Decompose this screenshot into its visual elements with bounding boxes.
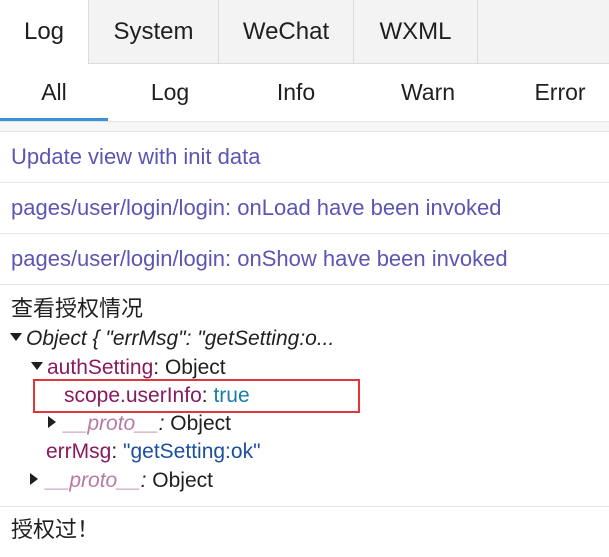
tree-node-errmsg: errMsg: "getSetting:ok" <box>46 438 261 466</box>
filter-all[interactable]: All <box>0 64 108 120</box>
colon: : <box>158 412 165 435</box>
collapsed-triangle-icon[interactable] <box>48 416 56 429</box>
filter-error[interactable]: Error <box>510 64 609 120</box>
property-value: "getSetting:ok" <box>123 440 261 463</box>
property-key: errMsg <box>46 440 112 463</box>
tree-node-proto[interactable]: __proto__: Object <box>48 410 231 438</box>
top-tab-bar: Log System WeChat WXML <box>0 0 609 64</box>
filter-log[interactable]: Log <box>120 64 220 120</box>
tab-system[interactable]: System <box>89 0 219 63</box>
log-entry: pages/user/login/login: onLoad have been… <box>0 183 609 234</box>
console-panel: Log System WeChat WXML All Log Info Warn… <box>0 0 609 557</box>
log-entry: 授权过！ <box>11 517 100 542</box>
colon: : <box>140 469 147 492</box>
object-log-title: 查看授权情况 <box>11 296 144 321</box>
property-type: Object <box>164 356 226 379</box>
filter-info[interactable]: Info <box>246 64 346 120</box>
active-filter-indicator <box>0 118 108 121</box>
tab-wxml[interactable]: WXML <box>354 0 478 63</box>
log-entry: Update view with init data <box>0 132 609 183</box>
highlight-annotation-box <box>33 379 360 413</box>
tree-node-proto[interactable]: __proto__: Object <box>30 467 213 495</box>
filter-warn[interactable]: Warn <box>378 64 478 120</box>
property-type: Object <box>170 412 231 435</box>
property-key: authSetting <box>47 356 154 379</box>
object-summary: Object { "errMsg": "getSetting:o... <box>26 327 335 350</box>
property-key: __proto__ <box>64 412 159 435</box>
object-tree-root[interactable]: Object { "errMsg": "getSetting:o... <box>10 325 334 353</box>
property-key: __proto__ <box>46 469 141 492</box>
divider <box>0 122 609 132</box>
colon: : <box>111 440 118 463</box>
collapsed-triangle-icon[interactable] <box>30 473 38 486</box>
filter-tab-bar: All Log Info Warn Error <box>0 64 609 122</box>
colon: : <box>153 356 160 379</box>
expanded-triangle-icon[interactable] <box>10 333 22 342</box>
tab-wechat[interactable]: WeChat <box>219 0 354 63</box>
log-entry: pages/user/login/login: onShow have been… <box>0 234 609 285</box>
tab-log[interactable]: Log <box>0 0 89 64</box>
tree-node-authsetting[interactable]: authSetting: Object <box>31 354 226 382</box>
expanded-triangle-icon[interactable] <box>31 362 43 371</box>
property-type: Object <box>152 469 213 492</box>
